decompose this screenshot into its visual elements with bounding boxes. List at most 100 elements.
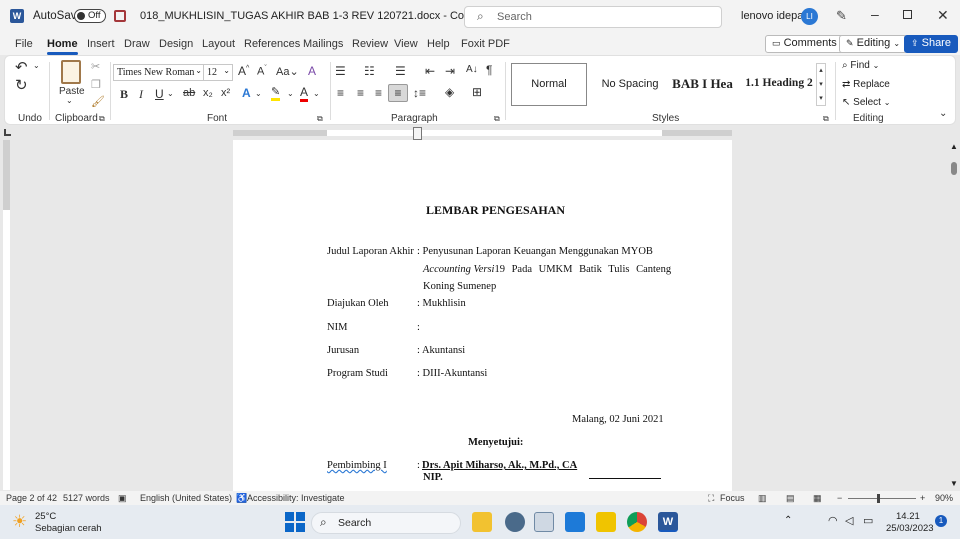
share-button[interactable]: ⇪ Share	[904, 35, 958, 53]
shrink-font-icon[interactable]: Aˇ	[257, 65, 267, 78]
style-heading2[interactable]: 1.1 Heading 2	[741, 63, 817, 106]
change-case-icon[interactable]: Aa⌄	[276, 65, 299, 78]
volume-icon[interactable]: ◁	[845, 514, 853, 527]
tab-home[interactable]: Home	[47, 38, 78, 55]
undo-icon[interactable]: ↶	[15, 58, 28, 76]
highlight-icon[interactable]: ✎	[271, 85, 281, 101]
styles-scroll[interactable]: ▴ ▾ ▾	[816, 63, 826, 106]
format-painter-icon[interactable]: 🖌	[91, 95, 105, 108]
chevron-down-icon[interactable]: ⌄	[313, 89, 320, 98]
align-left-icon[interactable]: ≡	[337, 86, 344, 100]
tab-layout[interactable]: Layout	[202, 38, 235, 50]
copy-icon[interactable]: ❐	[91, 78, 101, 91]
italic-icon[interactable]: I	[139, 87, 143, 102]
app-icon[interactable]	[505, 512, 525, 532]
chevron-down-icon[interactable]: ⌄	[167, 89, 174, 98]
chevron-down-icon[interactable]: ⌄	[33, 61, 40, 70]
zoom-slider[interactable]	[848, 498, 916, 499]
autosave-toggle[interactable]: Off	[74, 9, 106, 23]
style-no-spacing[interactable]: No Spacing	[595, 63, 665, 106]
scroll-up-icon[interactable]: ▲	[950, 142, 958, 151]
paste-icon[interactable]	[61, 60, 81, 84]
zoom-in-icon[interactable]: +	[920, 493, 925, 503]
read-mode-icon[interactable]: ▥	[758, 493, 767, 504]
zoom-slider-thumb[interactable]	[877, 494, 880, 503]
clock-time[interactable]: 14.21	[896, 511, 920, 522]
proofing-icon[interactable]: ▣	[118, 493, 127, 504]
multilevel-list-icon[interactable]: ☰	[395, 64, 406, 78]
chrome-icon[interactable]	[627, 512, 647, 532]
scroll-down-icon[interactable]: ▼	[950, 479, 958, 488]
font-family-select[interactable]: Times New Roman ⌄	[113, 64, 205, 81]
numbering-icon[interactable]: ☷	[364, 64, 375, 78]
cut-icon[interactable]: ✂	[91, 60, 100, 73]
chevron-down-icon[interactable]: ⌄	[66, 96, 73, 105]
app-icon[interactable]	[565, 512, 585, 532]
increase-indent-icon[interactable]: ⇥	[445, 64, 455, 78]
scroll-thumb[interactable]	[951, 162, 957, 175]
chevron-up-icon[interactable]: ⌃	[784, 515, 792, 526]
tab-mailings[interactable]: Mailings	[303, 38, 343, 50]
tab-draw[interactable]: Draw	[124, 38, 150, 50]
app-icon[interactable]	[534, 512, 554, 532]
web-layout-icon[interactable]: ▦	[813, 493, 822, 504]
dialog-launcher-icon[interactable]: ⧉	[99, 114, 105, 124]
document-page[interactable]: LEMBAR PENGESAHAN Judul Laporan Akhir : …	[233, 140, 732, 491]
decrease-indent-icon[interactable]: ⇤	[425, 64, 435, 78]
find-button[interactable]: ⌕ Find ⌄	[842, 60, 879, 71]
font-color-icon[interactable]: A	[300, 85, 309, 102]
zoom-out-icon[interactable]: −	[837, 493, 842, 503]
weather-icon[interactable]: ☀	[12, 512, 27, 532]
dialog-launcher-icon[interactable]: ⧉	[823, 114, 829, 124]
clear-formatting-icon[interactable]: A	[308, 64, 316, 78]
tab-selector-icon[interactable]	[4, 129, 11, 136]
accessibility-status[interactable]: Accessibility: Investigate	[247, 493, 345, 503]
restore-icon[interactable]	[903, 10, 912, 19]
style-heading1[interactable]: BAB I Hea	[665, 63, 740, 106]
strikethrough-icon[interactable]: ab	[183, 87, 195, 99]
save-icon[interactable]	[114, 10, 126, 22]
clock-date[interactable]: 25/03/2023	[886, 523, 934, 534]
show-marks-icon[interactable]: ¶	[486, 63, 492, 77]
page-count[interactable]: Page 2 of 42	[6, 493, 57, 503]
justify-icon[interactable]: ≡	[388, 84, 408, 102]
word-count[interactable]: 5127 words	[63, 493, 110, 503]
wifi-icon[interactable]: ◠	[828, 514, 838, 527]
align-center-icon[interactable]: ≡	[357, 86, 364, 100]
tab-insert[interactable]: Insert	[87, 38, 115, 50]
tab-help[interactable]: Help	[427, 38, 450, 50]
tab-view[interactable]: View	[394, 38, 418, 50]
avatar[interactable]: LI	[801, 8, 818, 25]
indent-marker[interactable]	[413, 127, 422, 140]
redo-icon[interactable]: ↻	[15, 76, 28, 94]
tab-review[interactable]: Review	[352, 38, 388, 50]
word-taskbar-icon[interactable]: W	[658, 512, 678, 532]
search-box[interactable]: ⌕ Search	[464, 6, 722, 28]
style-normal[interactable]: Normal	[511, 63, 587, 106]
dialog-launcher-icon[interactable]: ⧉	[494, 114, 500, 124]
line-spacing-icon[interactable]: ↕≡	[413, 86, 426, 100]
editing-mode-button[interactable]: ✎ Editing ⌄	[839, 35, 908, 53]
bold-icon[interactable]: B	[120, 87, 128, 102]
subscript-icon[interactable]: x₂	[203, 87, 213, 99]
bullets-icon[interactable]: ☰	[335, 64, 346, 78]
align-right-icon[interactable]: ≡	[375, 86, 382, 100]
shading-icon[interactable]: ◈	[445, 85, 454, 99]
pen-icon[interactable]: ✎	[836, 8, 847, 24]
taskbar-search[interactable]: ⌕ Search	[311, 512, 461, 534]
collapse-ribbon-icon[interactable]: ⌄	[939, 108, 947, 119]
grow-font-icon[interactable]: A^	[238, 64, 249, 78]
zoom-level[interactable]: 90%	[935, 493, 953, 503]
close-icon[interactable]: ✕	[937, 7, 949, 24]
replace-button[interactable]: ⇄ Replace	[842, 79, 890, 90]
notification-badge[interactable]: 1	[935, 515, 947, 527]
language[interactable]: English (United States)	[140, 493, 232, 503]
font-size-select[interactable]: 12 ⌄	[203, 64, 233, 81]
minimize-icon[interactable]: –	[871, 6, 879, 22]
sort-icon[interactable]: A↓	[466, 64, 478, 75]
chevron-down-icon[interactable]: ⌄	[255, 89, 262, 98]
text-effects-icon[interactable]: A	[242, 86, 251, 100]
app-icon[interactable]	[596, 512, 616, 532]
file-explorer-icon[interactable]	[472, 512, 492, 532]
battery-icon[interactable]: ▭	[863, 514, 873, 527]
